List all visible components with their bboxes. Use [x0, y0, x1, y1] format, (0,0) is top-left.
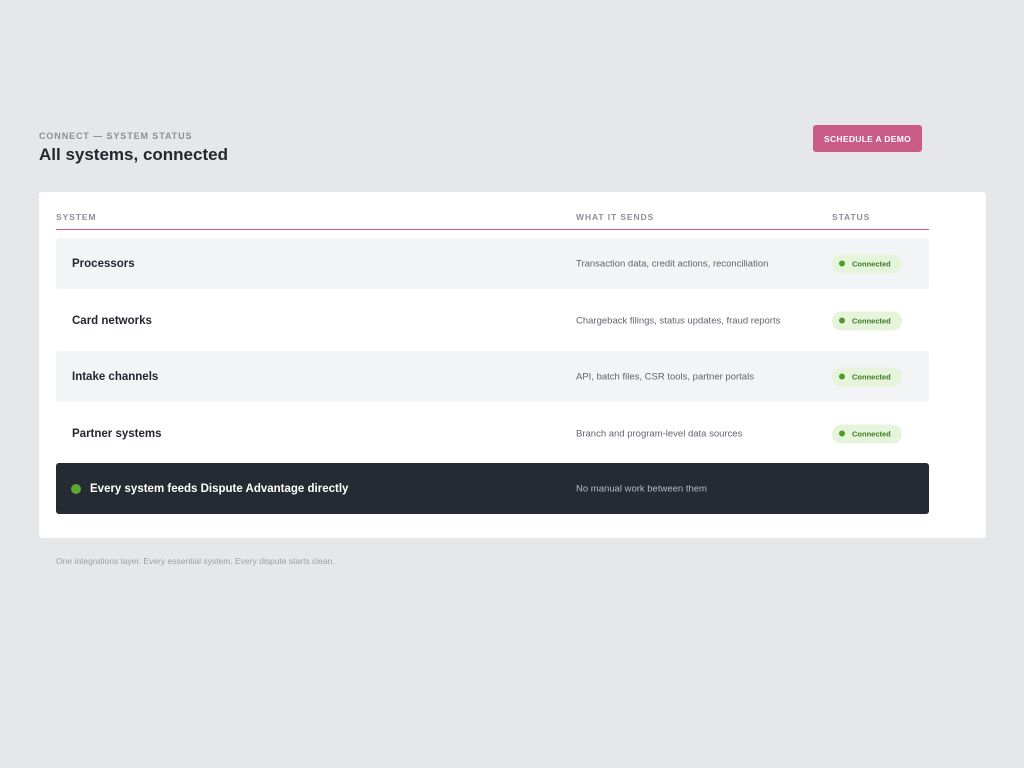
- status-dot-icon: [71, 483, 81, 494]
- system-name: Intake channels: [72, 370, 159, 383]
- status-label: Connected: [852, 259, 891, 268]
- table-row: Card networks Chargeback filings, status…: [56, 295, 929, 346]
- status-label: Connected: [852, 429, 891, 438]
- column-header-status: STATUS: [832, 212, 871, 222]
- status-dot-icon: [839, 260, 845, 267]
- footnote: One integrations layer. Every essential …: [56, 556, 335, 566]
- summary-row: Every system feeds Dispute Advantage dir…: [56, 463, 929, 514]
- status-dot-icon: [839, 373, 845, 380]
- status-label: Connected: [852, 372, 891, 381]
- summary-detail: No manual work between them: [576, 483, 707, 494]
- column-header-what-it-sends: WHAT IT SENDS: [576, 212, 655, 222]
- table-row: Processors Transaction data, credit acti…: [56, 238, 929, 289]
- system-name: Processors: [72, 257, 135, 270]
- system-sends: API, batch files, CSR tools, partner por…: [576, 371, 754, 382]
- system-sends: Branch and program-level data sources: [576, 428, 743, 439]
- status-badge: Connected: [832, 254, 902, 273]
- systems-table-card: SYSTEM WHAT IT SENDS STATUS Processors T…: [39, 192, 986, 538]
- schedule-demo-button[interactable]: SCHEDULE A DEMO: [813, 125, 922, 152]
- table-row: Partner systems Branch and program-level…: [56, 408, 929, 459]
- status-badge: Connected: [832, 424, 902, 443]
- summary-label: Every system feeds Dispute Advantage dir…: [90, 482, 349, 495]
- system-name: Partner systems: [72, 427, 162, 440]
- status-badge: Connected: [832, 311, 902, 330]
- status-dot-icon: [839, 430, 845, 437]
- status-badge: Connected: [832, 367, 902, 386]
- page: CONNECT — SYSTEM STATUS All systems, con…: [0, 0, 1024, 768]
- status-dot-icon: [839, 317, 845, 324]
- system-name: Card networks: [72, 314, 152, 327]
- status-label: Connected: [852, 316, 891, 325]
- system-sends: Chargeback filings, status updates, frau…: [576, 315, 781, 326]
- system-sends: Transaction data, credit actions, reconc…: [576, 258, 769, 269]
- column-header-system: SYSTEM: [56, 212, 97, 222]
- table-header: SYSTEM WHAT IT SENDS STATUS: [56, 212, 929, 230]
- table-row: Intake channels API, batch files, CSR to…: [56, 351, 929, 402]
